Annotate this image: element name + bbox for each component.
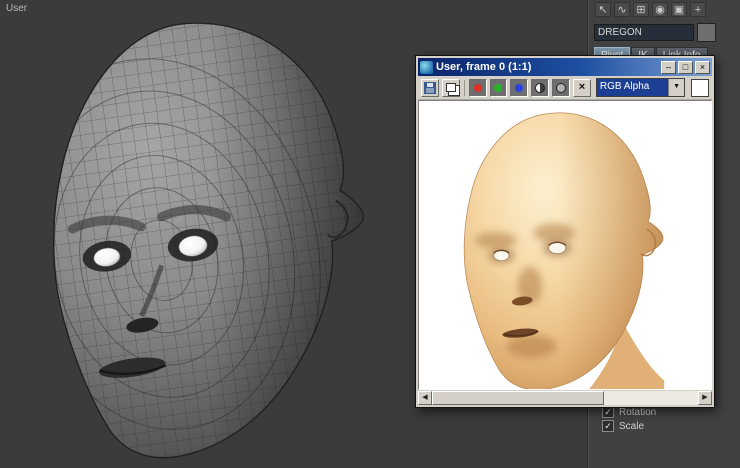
save-icon bbox=[423, 81, 436, 94]
object-color-swatch[interactable] bbox=[697, 23, 716, 42]
monochrome-icon bbox=[556, 82, 567, 93]
blue-channel-button[interactable] bbox=[510, 78, 529, 97]
toolbar-separator bbox=[463, 79, 465, 96]
monochrome-button[interactable] bbox=[552, 78, 570, 97]
clone-rendered-frame-button[interactable] bbox=[441, 78, 460, 97]
horizontal-scrollbar[interactable]: ◀ ▶ bbox=[418, 391, 712, 405]
command-panel-tabs: ↖ ∿ ⊞ ◉ ▣ + bbox=[588, 0, 740, 19]
close-button[interactable]: × bbox=[695, 60, 710, 74]
red-channel-button[interactable] bbox=[468, 78, 487, 97]
scroll-track[interactable] bbox=[432, 391, 698, 405]
scroll-left-arrow[interactable]: ◀ bbox=[418, 391, 432, 405]
scroll-right-arrow[interactable]: ▶ bbox=[698, 391, 712, 405]
save-bitmap-button[interactable] bbox=[421, 78, 439, 97]
scale-checkbox[interactable]: ✓ bbox=[602, 420, 614, 432]
green-channel-icon bbox=[494, 83, 503, 92]
background-color-swatch[interactable] bbox=[691, 78, 709, 97]
clone-icon bbox=[445, 83, 456, 92]
alpha-channel-icon bbox=[535, 82, 546, 93]
panel-tab-hierarchy-icon[interactable]: ⊞ bbox=[633, 2, 649, 17]
render-window-icon bbox=[420, 60, 433, 74]
minimize-button[interactable]: – bbox=[661, 60, 676, 74]
scroll-thumb[interactable] bbox=[432, 391, 605, 405]
channel-display-value: RGB Alpha bbox=[596, 79, 669, 96]
dropdown-arrow-icon[interactable]: ▼ bbox=[668, 79, 685, 96]
channel-display-dropdown[interactable]: RGB Alpha ▼ bbox=[595, 78, 686, 97]
alpha-channel-button[interactable] bbox=[531, 78, 550, 97]
panel-tab-motion-icon[interactable]: ◉ bbox=[652, 2, 668, 17]
rendered-frame-window[interactable]: User, frame 0 (1:1) – □ × × RGB Alpha ▼ … bbox=[415, 55, 715, 408]
viewport-label: User bbox=[6, 3, 28, 14]
blue-channel-icon bbox=[515, 83, 524, 92]
panel-tab-display-icon[interactable]: ▣ bbox=[671, 2, 687, 17]
render-window-titlebar[interactable]: User, frame 0 (1:1) – □ × bbox=[418, 58, 712, 76]
panel-tab-modify-icon[interactable]: ∿ bbox=[614, 2, 630, 17]
clear-icon: × bbox=[578, 81, 586, 93]
rendered-head-image bbox=[463, 112, 665, 389]
clear-button[interactable]: × bbox=[573, 78, 591, 97]
render-window-toolbar: × RGB Alpha ▼ bbox=[418, 76, 712, 100]
render-window-title: User, frame 0 (1:1) bbox=[436, 61, 532, 73]
scale-checkbox-row: ✓ Scale bbox=[602, 420, 644, 432]
wireframe-head-model bbox=[52, 22, 364, 459]
object-name-row bbox=[594, 23, 740, 42]
rotation-checkbox-label: Rotation bbox=[619, 406, 657, 418]
maximize-button[interactable]: □ bbox=[678, 60, 693, 74]
panel-tab-create-icon[interactable]: ↖ bbox=[595, 2, 611, 17]
green-channel-button[interactable] bbox=[489, 78, 508, 97]
rendered-image-area[interactable] bbox=[418, 100, 712, 390]
scale-checkbox-label: Scale bbox=[619, 420, 645, 432]
red-channel-icon bbox=[473, 83, 482, 92]
object-name-field[interactable] bbox=[594, 24, 694, 41]
panel-tab-utilities-icon[interactable]: + bbox=[690, 2, 706, 17]
